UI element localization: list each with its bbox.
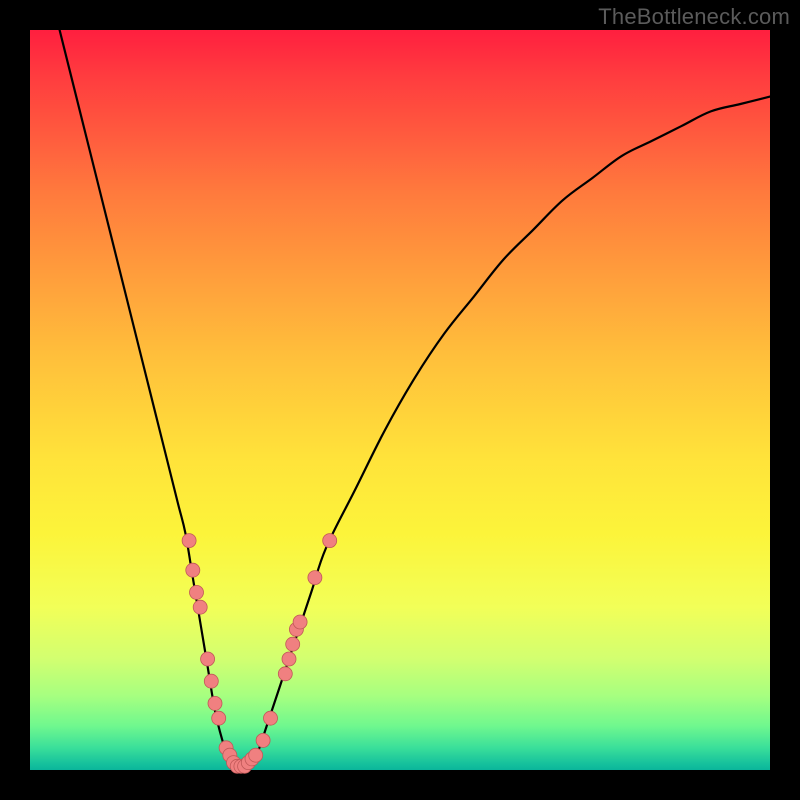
curve-layer <box>60 30 770 771</box>
marker-dot <box>190 585 204 599</box>
chart-svg <box>30 30 770 770</box>
marker-dot <box>256 733 270 747</box>
marker-dot <box>293 615 307 629</box>
marker-dot <box>282 652 296 666</box>
marker-dot <box>264 711 278 725</box>
marker-dot <box>204 674 218 688</box>
watermark-text: TheBottleneck.com <box>598 4 790 30</box>
marker-dot <box>193 600 207 614</box>
marker-dots-layer <box>182 534 337 774</box>
marker-dot <box>286 637 300 651</box>
marker-dot <box>212 711 226 725</box>
marker-dot <box>201 652 215 666</box>
marker-dot <box>278 667 292 681</box>
marker-dot <box>323 534 337 548</box>
marker-dot <box>208 696 222 710</box>
marker-dot <box>249 748 263 762</box>
marker-dot <box>186 563 200 577</box>
plot-area <box>30 30 770 770</box>
marker-dot <box>308 571 322 585</box>
chart-frame: TheBottleneck.com <box>0 0 800 800</box>
bottleneck-curve <box>60 30 770 771</box>
marker-dot <box>182 534 196 548</box>
